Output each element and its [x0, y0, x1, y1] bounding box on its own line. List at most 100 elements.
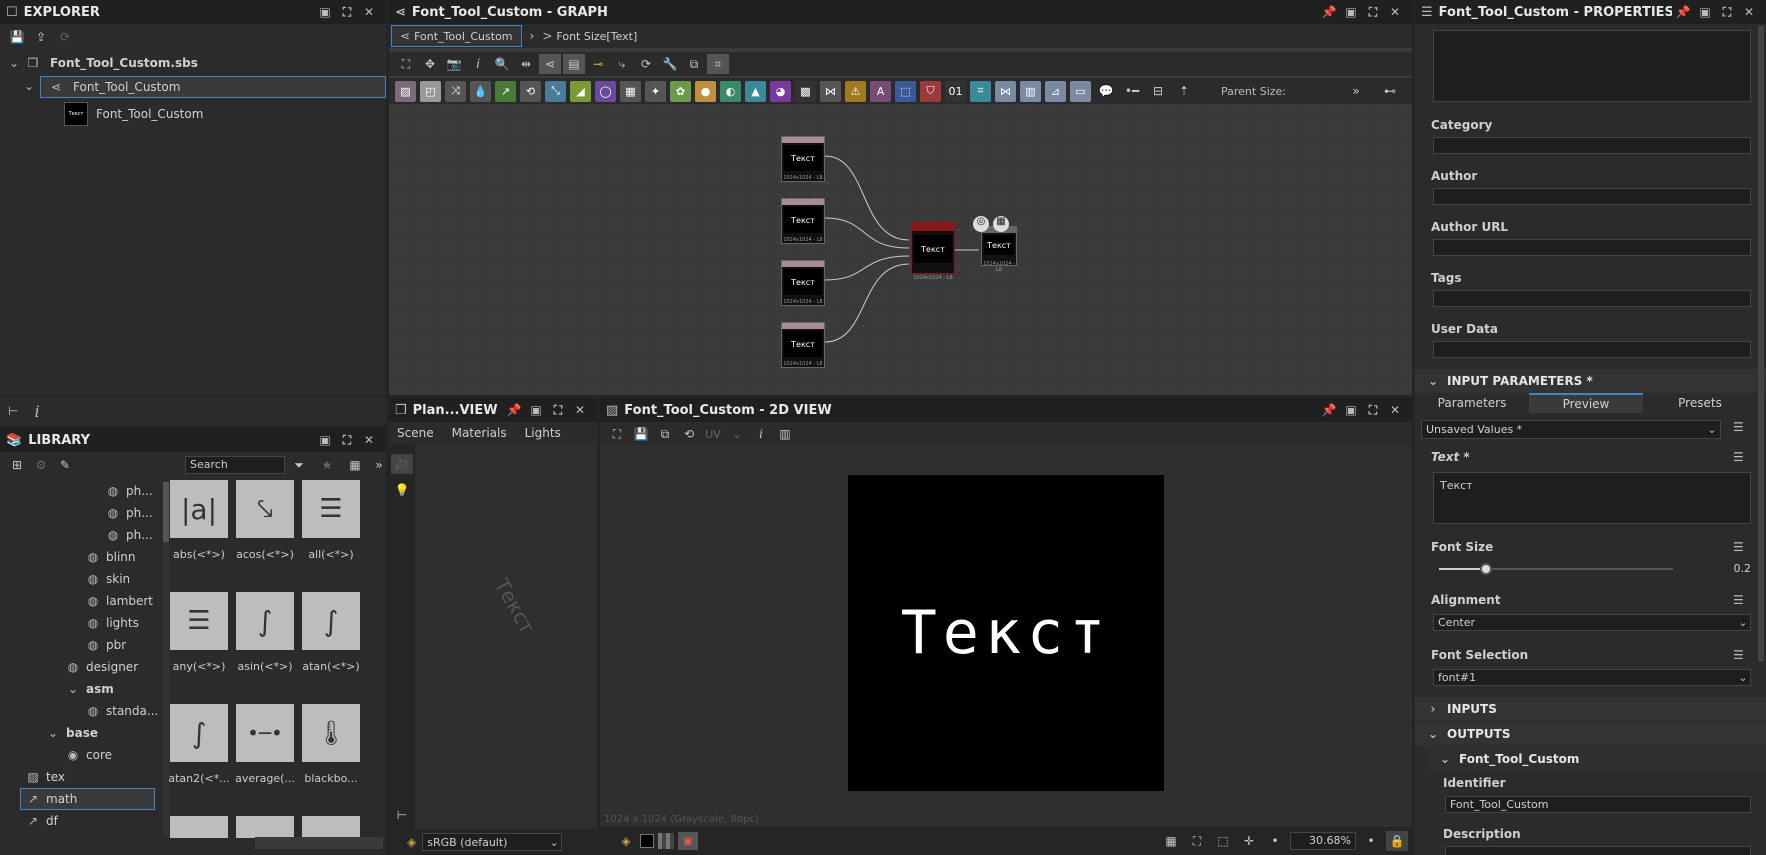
explorer-item-package[interactable]: ⌄ ❒ Font_Tool_Custom.sbs — [0, 52, 386, 74]
node-a-icon[interactable]: ⋈ — [995, 80, 1016, 102]
user-data-field[interactable] — [1433, 341, 1751, 358]
outputs-section[interactable]: ⌄ OUTPUTS — [1415, 722, 1766, 746]
tile-atan2[interactable]: ∫ — [170, 704, 228, 762]
wrench-icon[interactable]: 🔧 — [659, 54, 681, 74]
author-url-field[interactable] — [1433, 239, 1751, 256]
binary-icon[interactable]: 01 — [945, 80, 966, 102]
frame-node-icon[interactable]: ⊟ — [1147, 81, 1169, 101]
node-b-icon[interactable]: ▥ — [1020, 80, 1041, 102]
camera-icon[interactable]: 📷 — [443, 54, 465, 74]
pencil-icon[interactable]: ✎ — [54, 455, 76, 475]
graph-node-output[interactable]: Текст 1024x1024 - L8 — [981, 226, 1017, 273]
node-d-icon[interactable]: ▭ — [1070, 80, 1091, 102]
preset-dropdown[interactable]: Unsaved Values * ⌄ — [1421, 420, 1721, 439]
tile-icon[interactable]: ⋈ — [820, 80, 841, 102]
save-icon[interactable]: 💾 — [630, 424, 652, 444]
chevron-down-icon[interactable]: ⌄ — [726, 424, 748, 444]
export-icon[interactable]: ⇪ — [30, 27, 52, 47]
tab-presets[interactable]: Presets — [1643, 393, 1757, 413]
collapse-icon[interactable]: ☐ — [6, 5, 18, 20]
pixel-icon[interactable]: ✿ — [670, 80, 691, 102]
chevron-down-icon[interactable]: ⌄ — [24, 79, 34, 93]
text-icon[interactable]: A — [870, 80, 891, 102]
close-icon[interactable]: ✕ — [569, 403, 591, 417]
checker-icon[interactable] — [658, 833, 674, 849]
crop-icon[interactable]: ⛶ — [1186, 831, 1208, 851]
zoom-reset-icon[interactable]: • — [1360, 831, 1382, 851]
pin-icon[interactable]: 📌 — [1318, 403, 1340, 417]
alignment-dropdown[interactable]: Center ⌄ — [1433, 614, 1751, 631]
tile-blackbody[interactable]: 🌡 — [302, 704, 360, 762]
bitmap-icon[interactable]: ▨ — [395, 80, 416, 102]
float-icon[interactable]: ▣ — [1340, 403, 1362, 417]
maximize-icon[interactable]: ⛶ — [547, 403, 569, 418]
view2d-viewport[interactable]: Текст 1024 x 1024 (Grayscale, 8bpc) — [600, 446, 1412, 827]
lock-icon[interactable]: 🔒 — [1386, 831, 1408, 851]
tree-item[interactable]: ◍ lights — [0, 612, 160, 634]
camera-icon[interactable]: 🎥 — [391, 454, 413, 474]
tree-item[interactable]: ◍ designer — [0, 656, 160, 678]
blend-icon[interactable]: ⤨ — [445, 80, 466, 102]
warning-icon[interactable]: ⚠ — [845, 80, 866, 102]
link-icon[interactable]: ⊸ — [587, 54, 609, 74]
library-search-input[interactable]: Search — [185, 456, 285, 474]
author-field[interactable] — [1433, 188, 1751, 205]
chevron-right-icon[interactable]: » — [368, 455, 386, 475]
histogram-icon[interactable]: ▥ — [774, 424, 796, 444]
fx-icon[interactable]: ✦ — [645, 80, 666, 102]
tree-item[interactable]: ⌄ base — [0, 722, 160, 744]
gear-icon[interactable]: ⚙ — [30, 455, 52, 475]
graph-breadcrumb[interactable]: Font Size[Text] — [556, 30, 637, 43]
tree-icon[interactable]: ⊢ — [8, 404, 18, 418]
color-mode-icon[interactable]: ▣ — [678, 832, 698, 850]
normal-icon[interactable]: ◐ — [720, 80, 741, 102]
tile-acos[interactable]: ⤥ — [236, 480, 294, 538]
tree-item[interactable]: ◍ blinn — [0, 546, 160, 568]
maximize-icon[interactable]: ⛶ — [336, 433, 358, 448]
graph-node[interactable]: Текст 1024x1024 - L8 — [781, 136, 825, 182]
dot-icon[interactable]: •━ — [1121, 81, 1143, 101]
menu-materials[interactable]: Materials — [452, 426, 507, 440]
tile-next[interactable] — [170, 816, 228, 838]
graph-node-text[interactable]: Текст 1024x1024 - L8 — [911, 222, 955, 281]
tags-field[interactable] — [1433, 290, 1751, 307]
tab-preview[interactable]: Preview — [1529, 393, 1643, 413]
tile-next[interactable] — [302, 816, 360, 838]
tree-icon[interactable]: ⊢ — [391, 805, 413, 825]
tree-item[interactable]: ▨ tex — [0, 766, 160, 788]
warp-icon[interactable]: ⤡ — [545, 80, 566, 102]
tree-item[interactable]: ◍ pbr — [0, 634, 160, 656]
transform-icon[interactable]: ⟲ — [520, 80, 541, 102]
search-icon[interactable]: 🔍 — [491, 54, 513, 74]
save-icon[interactable]: 💾 — [6, 27, 28, 47]
pan-icon[interactable]: ✥ — [419, 54, 441, 74]
graph-canvas[interactable]: Текст 1024x1024 - L8 Текст 1024x1024 - L… — [389, 104, 1412, 395]
copy-icon[interactable]: ⧉ — [654, 424, 676, 444]
star-icon[interactable]: ★ — [316, 455, 338, 475]
tree-item[interactable]: ◍ ph... — [0, 524, 160, 546]
frame-icon[interactable]: ⛶ — [395, 54, 417, 74]
color-icon[interactable]: ◕ — [770, 80, 791, 102]
noise-icon[interactable]: ▩ — [795, 80, 816, 102]
double-chevron-icon[interactable]: » — [1345, 81, 1367, 101]
close-icon[interactable]: ✕ — [1738, 5, 1760, 19]
float-icon[interactable]: ▣ — [314, 433, 336, 447]
explorer-item-graph[interactable]: ⋖ Font_Tool_Custom — [40, 76, 386, 98]
pin-node-icon[interactable]: ⇡ — [1173, 81, 1195, 101]
graph-node[interactable]: Текст 1024x1024 - L8 — [781, 260, 825, 306]
tile-any[interactable]: ☰ — [170, 592, 228, 650]
library-hscroll[interactable] — [255, 837, 383, 849]
view3d-viewport[interactable]: Текст — [415, 444, 597, 829]
list-icon[interactable]: ▤ — [563, 54, 585, 74]
graph-node[interactable]: Текст 1024x1024 - L8 — [781, 322, 825, 368]
tile-all[interactable]: ☰ — [302, 480, 360, 538]
pin-icon[interactable]: 📌 — [1318, 5, 1340, 19]
fxmap-icon[interactable]: ⌗ — [970, 80, 991, 102]
tree-item[interactable]: ◍ ph... — [0, 480, 160, 502]
info-icon[interactable]: i — [34, 402, 39, 421]
tree-item[interactable]: ◍ ph... — [0, 502, 160, 524]
info-icon[interactable]: i — [750, 424, 772, 444]
target-icon[interactable]: ✛ — [1238, 831, 1260, 851]
light-icon[interactable]: 💡 — [391, 480, 413, 500]
refresh-icon[interactable]: ⟳ — [54, 27, 76, 47]
